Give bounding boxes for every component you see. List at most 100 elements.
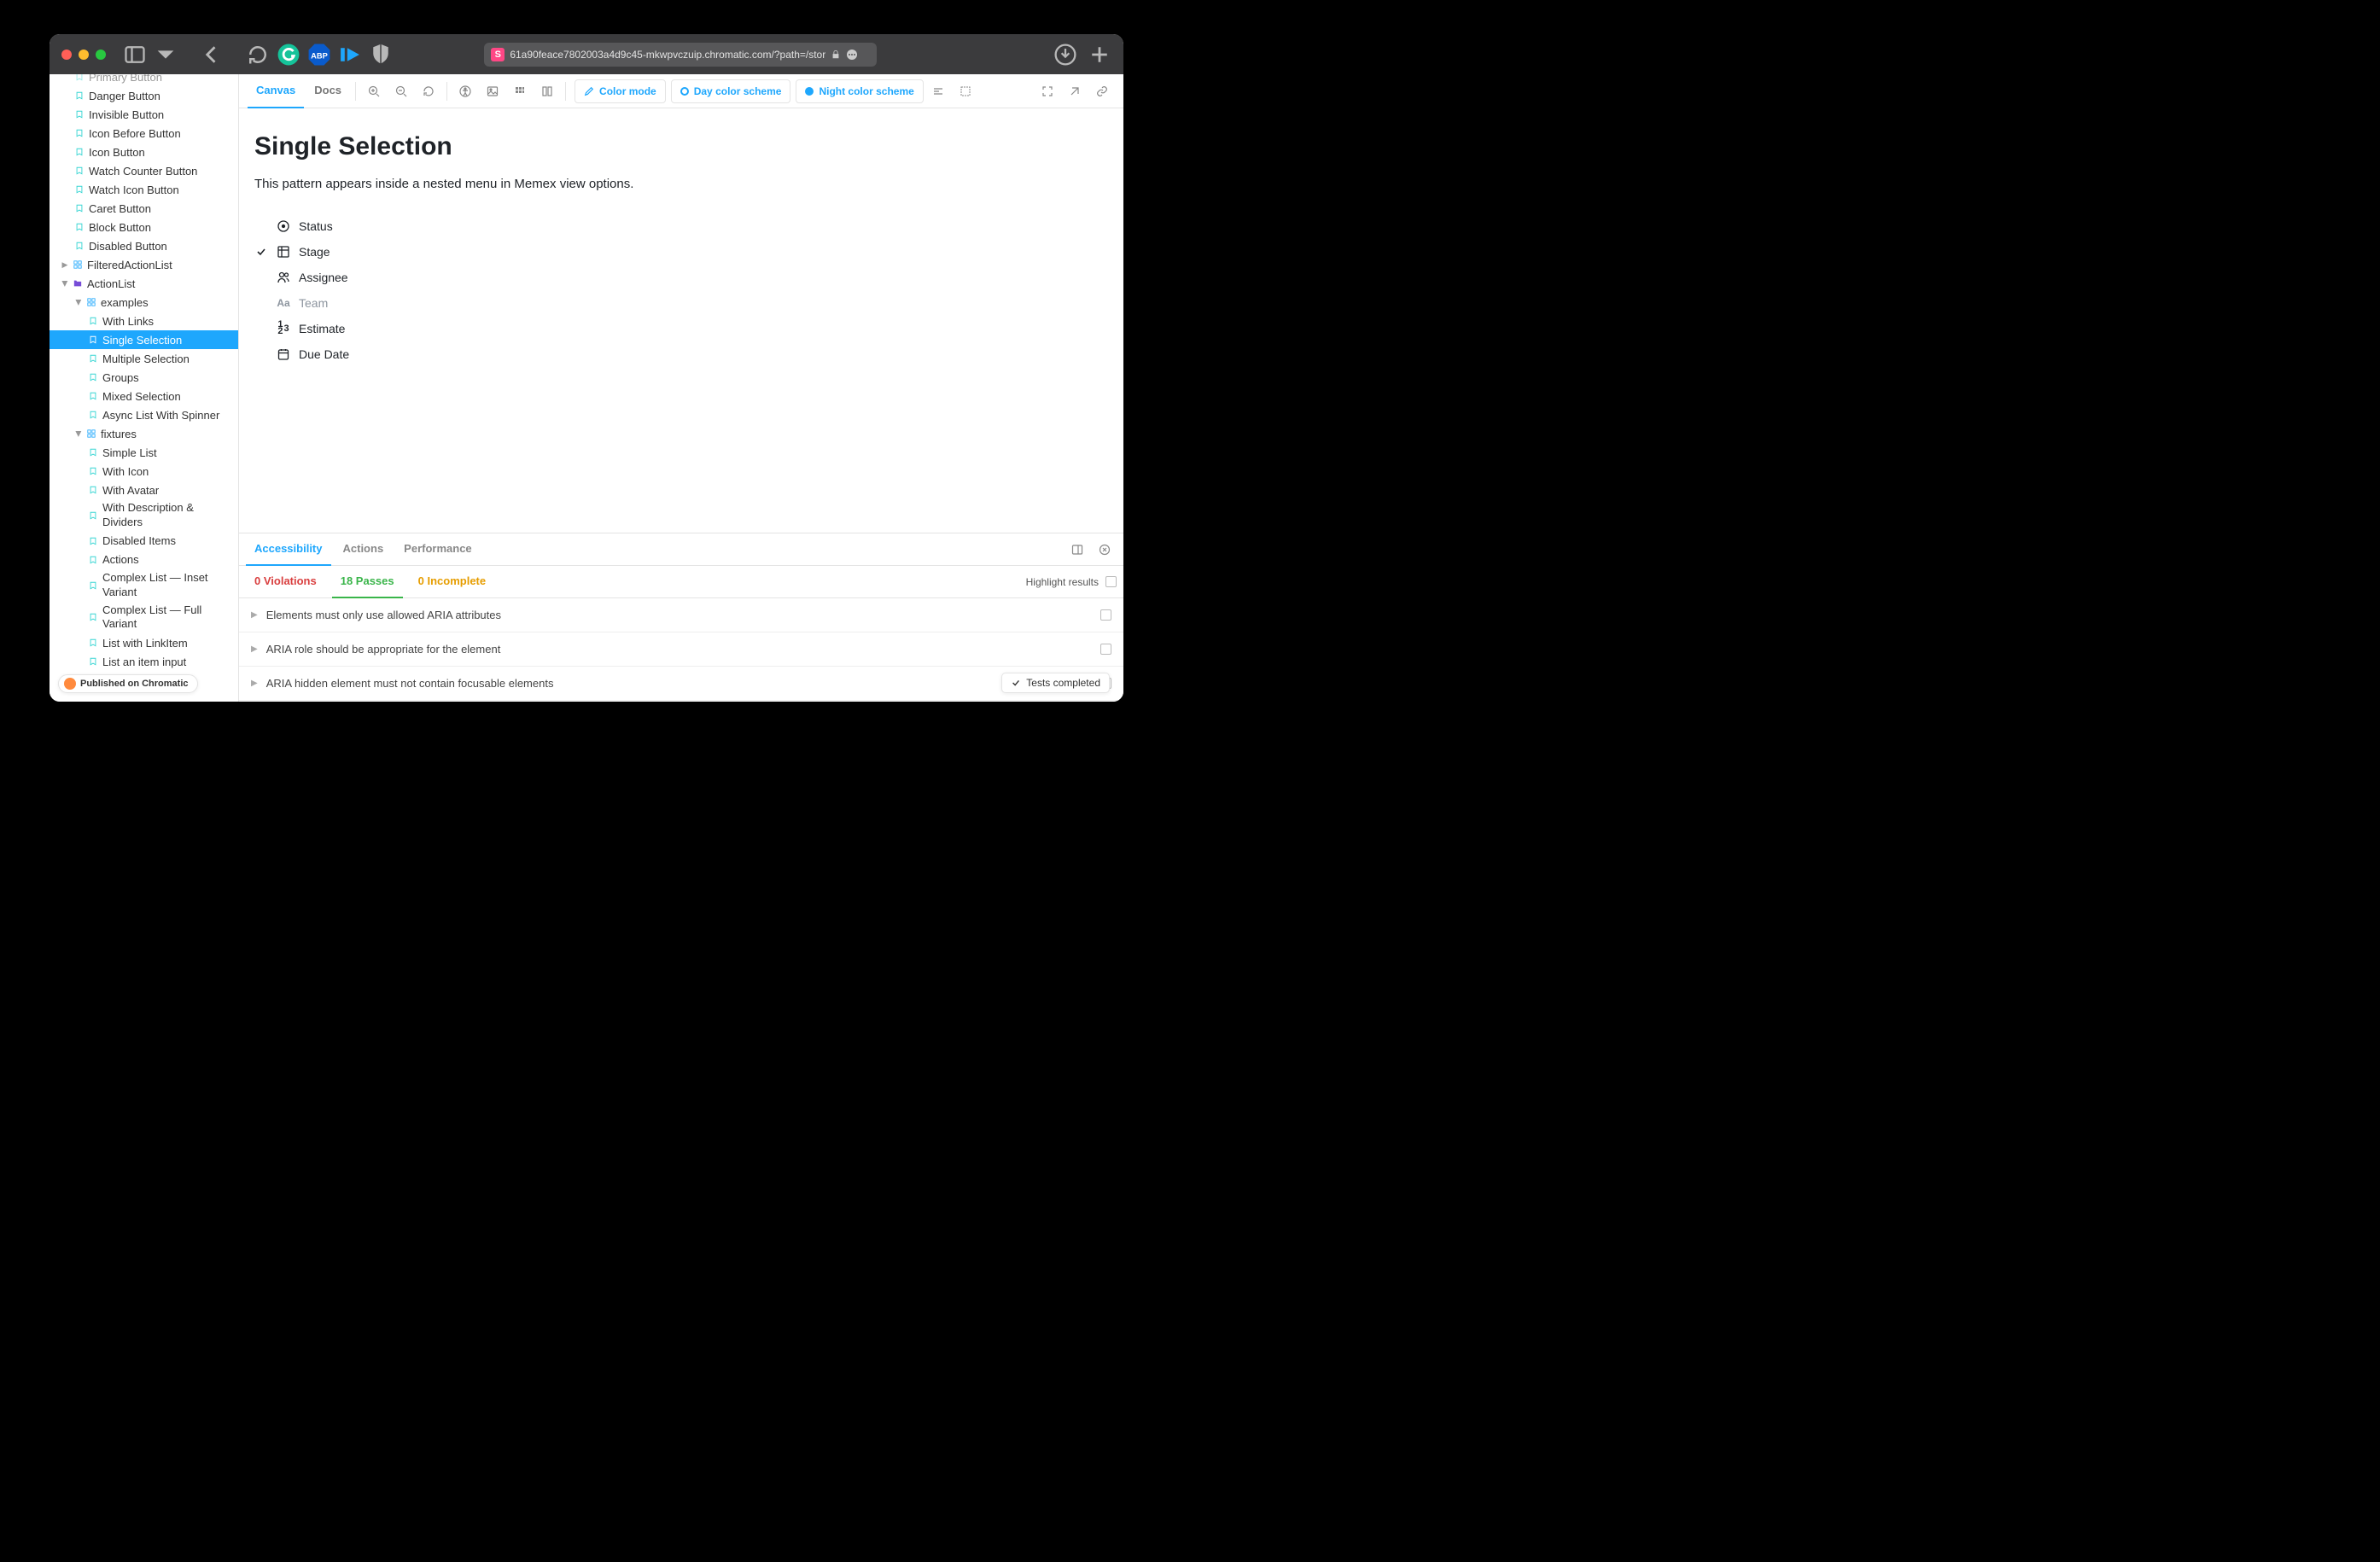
minimize-window-button[interactable] [79,50,89,60]
fullscreen-icon[interactable] [1035,79,1060,104]
open-tab-icon[interactable] [1062,79,1088,104]
sidebar-label: Invisible Button [89,108,164,121]
sidebar-story-item[interactable]: Danger Button [50,86,238,105]
sidebar-component-fixtures[interactable]: ▶ fixtures [50,424,238,443]
subtab-violations[interactable]: 0 Violations [246,566,325,598]
sidebar-label: Multiple Selection [102,353,190,365]
chromatic-logo-icon [64,678,76,690]
docs-outline-icon[interactable] [534,79,560,104]
checkbox-icon[interactable] [1100,644,1111,655]
sidebar-story-item[interactable]: Async List With Spinner [50,405,238,424]
sidebar-story-item[interactable]: Groups [50,368,238,387]
grid-icon[interactable] [507,79,533,104]
action-list-item[interactable]: Status [254,213,349,239]
action-list-item[interactable]: 123Estimate [254,316,349,341]
sidebar-story-item[interactable]: Block Button [50,218,238,236]
extension-blue-play-icon[interactable] [338,43,362,67]
sidebar-story-item[interactable]: Disabled Items [50,532,238,551]
subtab-passes[interactable]: 18 Passes [332,566,403,598]
sidebar-toggle-icon[interactable] [123,43,147,67]
action-list-item[interactable]: Assignee [254,265,349,290]
a11y-rule-row[interactable]: ▶Elements must only use allowed ARIA att… [239,598,1123,632]
extension-shield-icon[interactable] [369,43,393,67]
sidebar-story-item[interactable]: Caret Button [50,199,238,218]
sidebar-label: FilteredActionList [87,259,172,271]
sidebar-story-item[interactable]: Icon Before Button [50,124,238,143]
item-label: Assignee [299,271,348,284]
align-icon[interactable] [925,79,951,104]
tab-actions[interactable]: Actions [335,533,393,566]
sidebar-story-item[interactable]: List an item input [50,652,238,671]
zoom-reset-icon[interactable] [416,79,441,104]
close-window-button[interactable] [61,50,72,60]
image-icon[interactable] [480,79,505,104]
action-list-item[interactable]: Due Date [254,341,349,367]
copy-link-icon[interactable] [1089,79,1115,104]
sidebar-story-item[interactable]: Actions [50,551,238,569]
sidebar-story-item[interactable]: With Avatar [50,481,238,499]
sidebar-story-item[interactable]: Watch Counter Button [50,161,238,180]
chip-label: Color mode [599,85,656,97]
tab-accessibility[interactable]: Accessibility [246,533,331,566]
new-tab-icon[interactable] [1088,43,1111,67]
sidebar-story-item[interactable]: Icon Button [50,143,238,161]
panel-close-icon[interactable] [1093,538,1117,562]
sidebar-story-item[interactable]: Primary Button [50,74,238,86]
caret-down-icon: ▶ [61,280,70,287]
downloads-icon[interactable] [1053,43,1077,67]
panel-side-icon[interactable] [1065,538,1089,562]
extension-abp-icon[interactable]: ABP [307,43,331,67]
sidebar-component-filteredactionlist[interactable]: ▶ FilteredActionList [50,255,238,274]
sidebar-story-item[interactable]: Multiple Selection [50,349,238,368]
sidebar-label: Danger Button [89,90,160,102]
tab-dropdown-icon[interactable] [154,43,178,67]
sidebar-story-item[interactable]: Simple List [50,443,238,462]
sidebar-story-item[interactable]: With Icon [50,462,238,481]
maximize-window-button[interactable] [96,50,106,60]
reload-button[interactable] [246,43,270,67]
sidebar-story-item[interactable]: With Links [50,312,238,330]
sidebar-label: Complex List — Inset Variant [102,571,231,600]
item-label: Status [299,219,333,233]
checkbox-icon[interactable] [1100,609,1111,621]
sidebar-story-item[interactable]: Watch Icon Button [50,180,238,199]
tab-canvas[interactable]: Canvas [248,74,304,108]
more-icon[interactable] [846,49,858,61]
highlight-label: Highlight results [1026,576,1099,588]
sidebar-story-item[interactable]: List with LinkItem [50,633,238,652]
tab-performance[interactable]: Performance [395,533,480,566]
accessibility-icon[interactable] [452,79,478,104]
chromatic-badge[interactable]: Published on Chromatic [58,674,198,693]
sidebar-folder-actionlist[interactable]: ▶ ActionList [50,274,238,293]
zoom-out-icon[interactable] [388,79,414,104]
highlight-results-toggle[interactable]: Highlight results [1026,576,1117,588]
a11y-rule-row[interactable]: ▶ARIA role should be appropriate for the… [239,632,1123,667]
item-label: Stage [299,245,330,259]
zoom-in-icon[interactable] [361,79,387,104]
back-button[interactable] [200,43,224,67]
sidebar-story-item[interactable]: Complex List — Full Variant [50,602,238,634]
storybook-sidebar[interactable]: Primary Button Danger Button Invisible But… [50,74,239,702]
sidebar-story-item[interactable]: Complex List — Inset Variant [50,569,238,602]
day-scheme-button[interactable]: Day color scheme [671,79,791,103]
extension-grammarly-icon[interactable] [277,43,300,67]
tab-docs[interactable]: Docs [306,74,350,108]
color-mode-button[interactable]: Color mode [575,79,666,103]
url-bar[interactable]: S 61a90feace7802003a4d9c45-mkwpvczuip.ch… [484,43,877,67]
sidebar-story-item[interactable]: Invisible Button [50,105,238,124]
sidebar-story-item[interactable]: Disabled Button [50,236,238,255]
sidebar-story-item[interactable]: Single Selection [50,330,238,349]
night-scheme-button[interactable]: Night color scheme [796,79,923,103]
a11y-rule-row[interactable]: ▶ARIA hidden element must not contain fo… [239,667,1123,701]
sidebar-label: Watch Icon Button [89,184,179,196]
subtab-incomplete[interactable]: 0 Incomplete [410,566,494,598]
sidebar-story-item[interactable]: Mixed Selection [50,387,238,405]
sidebar-component-examples[interactable]: ▶ examples [50,293,238,312]
story-icon [75,148,84,156]
action-list-item[interactable]: Stage [254,239,349,265]
sidebar-story-item[interactable]: With Description & Dividers [50,499,238,532]
storybook-favicon-icon: S [491,48,505,61]
viewport-icon[interactable] [953,79,978,104]
chromatic-label: Published on Chromatic [80,679,189,689]
rule-label: ARIA role should be appropriate for the … [266,643,501,656]
